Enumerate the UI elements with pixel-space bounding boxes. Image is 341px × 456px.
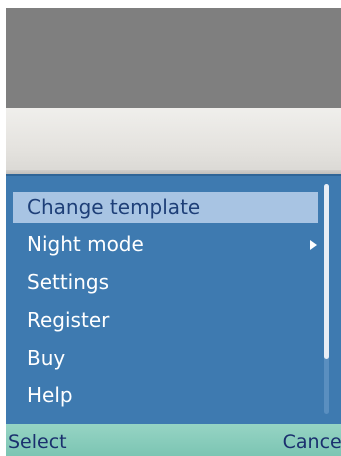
select-softkey[interactable]: Select [8, 424, 67, 456]
menu-item-label: Change template [27, 195, 201, 219]
scrollbar-thumb[interactable] [324, 184, 329, 359]
menu-item-buy[interactable]: Buy [13, 343, 318, 374]
phone-screen: Change template Night mode Settings Regi… [6, 8, 341, 456]
menu-item-label: Settings [27, 270, 110, 294]
menu-item-label: Night mode [27, 232, 144, 256]
menu-scrollbar[interactable] [324, 184, 329, 414]
menu-item-register[interactable]: Register [13, 305, 318, 336]
menu-item-label: Help [27, 383, 73, 407]
menu-item-label: Register [27, 308, 110, 332]
menu-item-label: Buy [27, 346, 66, 370]
softkey-bar: Select Cancel [6, 424, 341, 456]
background-image [6, 108, 341, 178]
menu-item-settings[interactable]: Settings [13, 267, 318, 298]
menu-item-night-mode[interactable]: Night mode [13, 229, 318, 260]
chevron-right-icon [308, 229, 318, 260]
background-area [6, 8, 341, 108]
cancel-softkey[interactable]: Cancel [283, 424, 341, 456]
options-menu: Change template Night mode Settings Regi… [6, 174, 341, 424]
menu-item-change-template[interactable]: Change template [13, 192, 318, 223]
menu-item-help[interactable]: Help [13, 380, 318, 411]
